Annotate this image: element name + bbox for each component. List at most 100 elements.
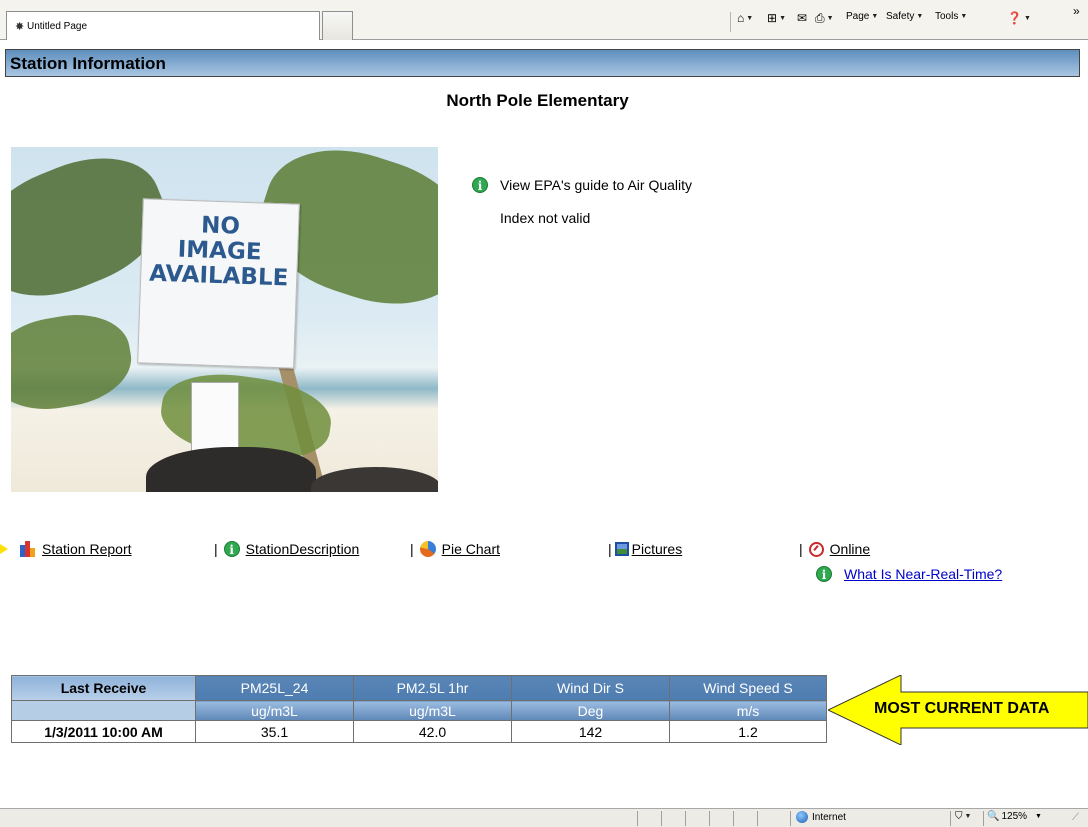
online-label[interactable]: Online xyxy=(830,541,870,557)
chevron-more-icon: » xyxy=(1073,4,1080,18)
clock-icon xyxy=(808,541,824,557)
no-image-sign: NO IMAGE AVAILABLE xyxy=(137,198,300,369)
link-separator: | xyxy=(608,541,612,557)
aqi-status: Index not valid xyxy=(500,210,591,226)
chevron-down-icon: ▼ xyxy=(964,813,972,820)
help-menu[interactable]: ❓ ▼ xyxy=(1007,11,1031,25)
table-row: 1/3/2011 10:00 AM 35.1 42.0 142 1.2 xyxy=(11,720,827,743)
globe-icon xyxy=(796,811,808,823)
unit-cell: Deg xyxy=(511,700,670,721)
current-data-table: Last Receive PM25L_24 PM2.5L 1hr Wind Di… xyxy=(11,675,827,743)
link-separator: | xyxy=(799,541,803,557)
toolbar-divider xyxy=(730,12,731,32)
zoom-level: 125% xyxy=(1001,811,1028,822)
safety-menu-label: Safety xyxy=(886,11,915,22)
status-bar: Internet ⛉ ▼ 🔍 125% ▼ ⟋ xyxy=(0,808,1088,827)
browser-command-bar: ✸ Untitled Page ⌂ ▼ ⊞ ▼ ✉ ⎙ ▼ Page ▼ Safety ▼… xyxy=(0,0,1088,40)
pie-chart-label[interactable]: Pie Chart xyxy=(442,541,500,557)
chevron-down-icon: ▼ xyxy=(960,13,968,20)
last-receive-cell: 1/3/2011 10:00 AM xyxy=(11,720,196,743)
pie-chart-link[interactable]: | Pie Chart xyxy=(410,541,500,557)
station-report-link[interactable]: Station Report xyxy=(20,541,132,557)
status-panel xyxy=(637,811,657,826)
table-cell: 142 xyxy=(511,720,670,743)
column-header: PM25L_24 xyxy=(195,675,354,701)
unit-cell: m/s xyxy=(669,700,827,721)
station-links: Station Report | i StationDescription | … xyxy=(0,539,1088,582)
unit-cell xyxy=(11,700,196,721)
protected-mode-button[interactable]: ⛉ ▼ xyxy=(955,811,971,822)
mail-icon: ✉ xyxy=(797,11,808,25)
chevron-down-icon: ▼ xyxy=(871,13,879,20)
chevron-down-icon: ▼ xyxy=(1023,14,1031,22)
status-panel xyxy=(733,811,753,826)
status-panel xyxy=(709,811,729,826)
zoom-icon: 🔍 xyxy=(987,811,1000,822)
aqi-guide-link[interactable]: i View EPA's guide to Air Quality xyxy=(472,177,692,193)
sign-line: AVAILABLE xyxy=(148,260,289,292)
aqi-guide-label: View EPA's guide to Air Quality xyxy=(500,177,693,193)
chevron-down-icon: ▼ xyxy=(746,14,754,22)
picture-icon xyxy=(614,542,629,556)
section-title: Station Information xyxy=(10,54,166,73)
table-cell: 35.1 xyxy=(195,720,354,743)
pictures-link[interactable]: | Pictures xyxy=(608,541,682,557)
near-real-time-link[interactable]: i What Is Near-Real-Time? xyxy=(816,566,1002,582)
station-name: North Pole Elementary xyxy=(446,91,629,110)
station-description-link[interactable]: | i StationDescription xyxy=(214,541,359,557)
tools-menu-label: Tools xyxy=(935,11,959,22)
print-button[interactable]: ⎙ ▼ xyxy=(815,11,834,26)
table-header-row: Last Receive PM25L_24 PM2.5L 1hr Wind Di… xyxy=(11,675,827,701)
shield-icon: ⛉ xyxy=(955,811,963,822)
status-panel xyxy=(661,811,681,826)
browser-tab[interactable]: ✸ Untitled Page xyxy=(6,11,320,40)
feeds-button[interactable]: ⊞ ▼ xyxy=(767,11,786,25)
zoom-control[interactable]: 🔍 125% ▼ xyxy=(987,811,1042,822)
page-icon: ✸ xyxy=(15,21,25,33)
station-description-label[interactable]: StationDescription xyxy=(246,541,360,557)
pie-chart-icon xyxy=(419,541,436,557)
station-report-label[interactable]: Station Report xyxy=(42,541,132,557)
home-icon: ⌂ xyxy=(737,11,745,25)
resize-grip-icon[interactable]: ⟋ xyxy=(1072,812,1079,823)
info-icon: i xyxy=(472,177,488,193)
status-panel xyxy=(757,811,787,826)
info-icon: i xyxy=(223,541,240,557)
station-photo: NO IMAGE AVAILABLE xyxy=(11,147,438,492)
link-separator: | xyxy=(410,541,414,557)
help-icon: ❓ xyxy=(1007,11,1022,25)
tools-menu[interactable]: Tools ▼ xyxy=(935,11,967,22)
station-info-header: Station Information xyxy=(5,49,1080,77)
info-icon: i xyxy=(816,566,832,582)
zone-label: Internet xyxy=(812,811,846,823)
overflow-button[interactable]: » xyxy=(1073,4,1080,18)
unit-cell: ug/m3L xyxy=(353,700,512,721)
column-header: Last Receive xyxy=(11,675,196,701)
status-panel xyxy=(685,811,705,826)
chevron-down-icon: ▼ xyxy=(1035,813,1042,820)
mail-button[interactable]: ✉ xyxy=(797,11,807,25)
safety-menu[interactable]: Safety ▼ xyxy=(886,11,923,22)
callout-label: MOST CURRENT DATA xyxy=(874,700,1050,717)
printer-icon: ⎙ xyxy=(815,11,825,25)
security-zone[interactable]: Internet xyxy=(796,811,846,823)
column-header: PM2.5L 1hr xyxy=(353,675,512,701)
home-button[interactable]: ⌂ ▼ xyxy=(737,11,753,25)
table-cell: 42.0 xyxy=(353,720,512,743)
unit-cell: ug/m3L xyxy=(195,700,354,721)
page-menu[interactable]: Page ▼ xyxy=(846,11,878,22)
page-menu-label: Page xyxy=(846,11,870,22)
link-separator: | xyxy=(214,541,218,557)
near-real-time-label[interactable]: What Is Near-Real-Time? xyxy=(844,566,1002,582)
tab-title: Untitled Page xyxy=(27,21,88,32)
pictures-label[interactable]: Pictures xyxy=(632,541,683,557)
column-header: Wind Dir S xyxy=(511,675,670,701)
chevron-down-icon: ▼ xyxy=(779,14,786,22)
report-icon xyxy=(20,541,36,557)
chevron-down-icon: ▼ xyxy=(916,13,924,20)
online-link[interactable]: | Online xyxy=(799,541,870,557)
chevron-down-icon: ▼ xyxy=(826,15,834,22)
new-tab-button[interactable] xyxy=(322,11,353,40)
rss-icon: ⊞ xyxy=(767,11,778,25)
table-cell: 1.2 xyxy=(669,720,827,743)
